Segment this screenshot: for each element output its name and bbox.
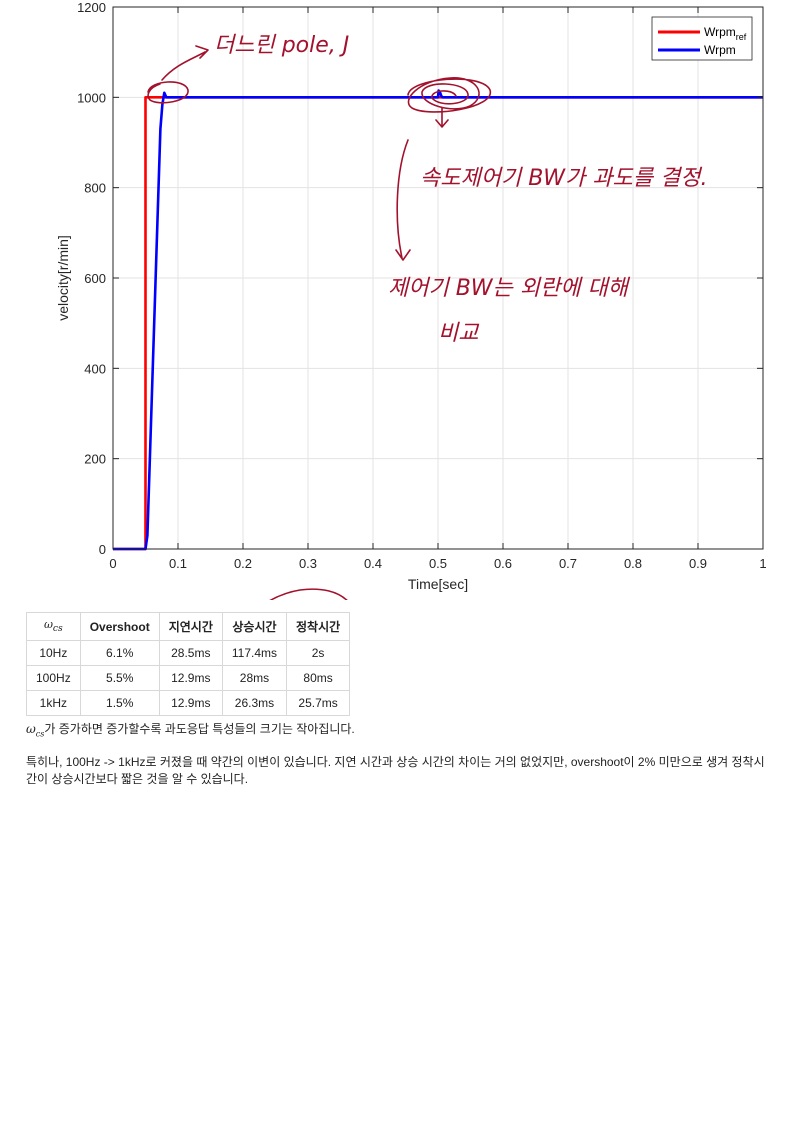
table-row: 100Hz 5.5% 12.9ms 28ms 80ms — [26, 665, 351, 691]
x-axis-label: Time[sec] — [408, 576, 468, 592]
header-rise-time: 상승시간 — [221, 612, 288, 641]
paragraph-observation: 특히나, 100Hz -> 1kHz로 커졌을 때 약간의 이변이 있습니다. … — [26, 755, 765, 786]
table-cell: 1kHz — [26, 690, 81, 716]
x-tick-label: 0.4 — [364, 556, 382, 571]
results-table: ωcs Overshoot 지연시간 상승시간 정착시간 10Hz 6.1% 2… — [26, 612, 351, 716]
annotation-slow-pole: 더느린 pole, J — [214, 33, 349, 58]
x-tick-label: 0.6 — [494, 556, 512, 571]
x-tick-label: 1 — [759, 556, 766, 571]
x-tick-label: 0.3 — [299, 556, 317, 571]
paragraph-omega-effect: ωcs가 증가하면 증가할수록 과도응답 특성들의 크기는 작아집니다. — [26, 721, 771, 742]
header-settling-time: 정착시간 — [286, 612, 351, 641]
table-cell: 100Hz — [26, 665, 81, 691]
ink-table-circle — [269, 588, 348, 600]
table-cell: 26.3ms — [221, 690, 288, 716]
x-tick-label: 0.2 — [234, 556, 252, 571]
header-omega-cs: ωcs — [26, 612, 81, 641]
table-cell: 6.1% — [79, 640, 160, 666]
omega-symbol: ωcs — [26, 722, 44, 738]
table-cell: 5.5% — [79, 665, 160, 691]
legend-label-ref-sub: ref — [736, 32, 747, 42]
y-axis-label: velocity[r/min] — [55, 235, 71, 321]
legend-label-wrpm: Wrpm — [704, 43, 736, 57]
header-overshoot: Overshoot — [79, 612, 160, 641]
table-cell: 117.4ms — [221, 640, 288, 666]
legend: Wrpmref Wrpm — [651, 16, 753, 61]
x-tick-label: 0.5 — [429, 556, 447, 571]
table-cell: 10Hz — [26, 640, 81, 666]
header-omega-sub: cs — [52, 623, 63, 635]
table-cell: 25.7ms — [286, 690, 351, 716]
table-header-row: ωcs Overshoot 지연시간 상승시간 정착시간 — [26, 612, 351, 641]
table-row: 1kHz 1.5% 12.9ms 26.3ms 25.7ms — [26, 690, 351, 716]
table-cell: 1.5% — [79, 690, 160, 716]
table-cell: 12.9ms — [158, 665, 223, 691]
omega-letter: ω — [26, 722, 36, 736]
y-tick-label: 600 — [84, 271, 106, 286]
table-cell: 80ms — [286, 665, 351, 691]
y-tick-label: 800 — [84, 181, 106, 196]
velocity-chart: 0 0.1 0.2 0.3 0.4 0.5 0.6 0.7 0.8 0.9 1 0 200 400 600 8… — [55, 0, 767, 600]
y-tick-label: 400 — [84, 361, 106, 376]
y-tick-label: 1200 — [77, 0, 106, 15]
x-tick-label: 0.1 — [169, 556, 187, 571]
table-cell: 2s — [286, 640, 351, 666]
table-cell: 28ms — [221, 665, 288, 691]
y-tick-label: 200 — [84, 452, 106, 467]
y-tick-label: 1000 — [77, 90, 106, 105]
x-tick-label: 0.8 — [624, 556, 642, 571]
x-tick-label: 0.9 — [689, 556, 707, 571]
table-cell: 12.9ms — [158, 690, 223, 716]
paragraph-omega-text: 가 증가하면 증가할수록 과도응답 특성들의 크기는 작아집니다. — [44, 722, 355, 736]
table-row: 10Hz 6.1% 28.5ms 117.4ms 2s — [26, 640, 351, 666]
header-omega-symbol: ω — [43, 618, 53, 632]
annotation-compare: 비교 — [438, 321, 480, 346]
annotation-bw-transient: 속도제어기 BW가 과도를 결정. — [420, 166, 707, 191]
legend-label-wrpm-main: Wrpm — [704, 43, 736, 57]
header-delay-time: 지연시간 — [158, 612, 223, 641]
x-tick-label: 0.7 — [559, 556, 577, 571]
annotation-bw-disturbance: 제어기 BW는 외란에 대해 — [388, 276, 631, 301]
x-tick-label: 0 — [109, 556, 116, 571]
table-cell: 28.5ms — [158, 640, 223, 666]
y-tick-label: 0 — [99, 542, 106, 557]
legend-label-ref-main: Wrpm — [704, 25, 736, 39]
